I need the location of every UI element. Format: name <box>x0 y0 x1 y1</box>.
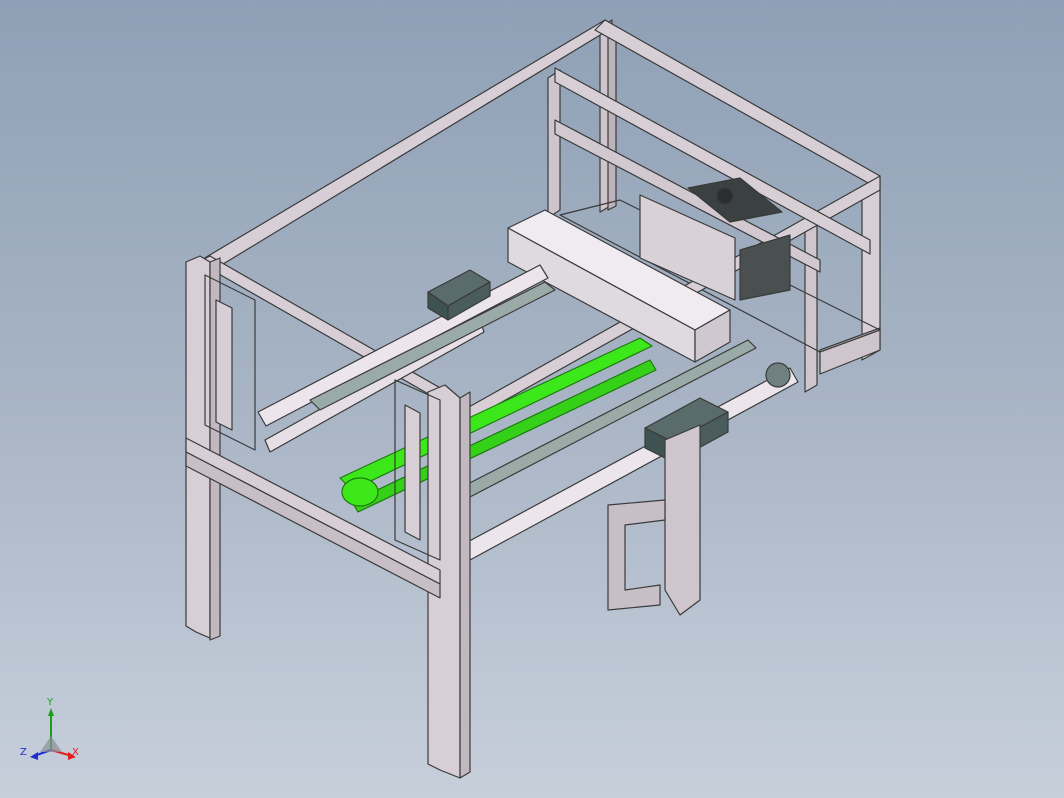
z-axis-label: Z <box>20 747 27 758</box>
x-axis-label: X <box>72 747 79 758</box>
axis-triad: Y X Z <box>18 698 88 774</box>
y-axis-label: Y <box>47 697 54 708</box>
triad-graphic <box>30 708 76 760</box>
cad-viewport[interactable]: Y X Z <box>0 0 1064 798</box>
conveyor-frame-assembly[interactable] <box>0 0 1064 798</box>
